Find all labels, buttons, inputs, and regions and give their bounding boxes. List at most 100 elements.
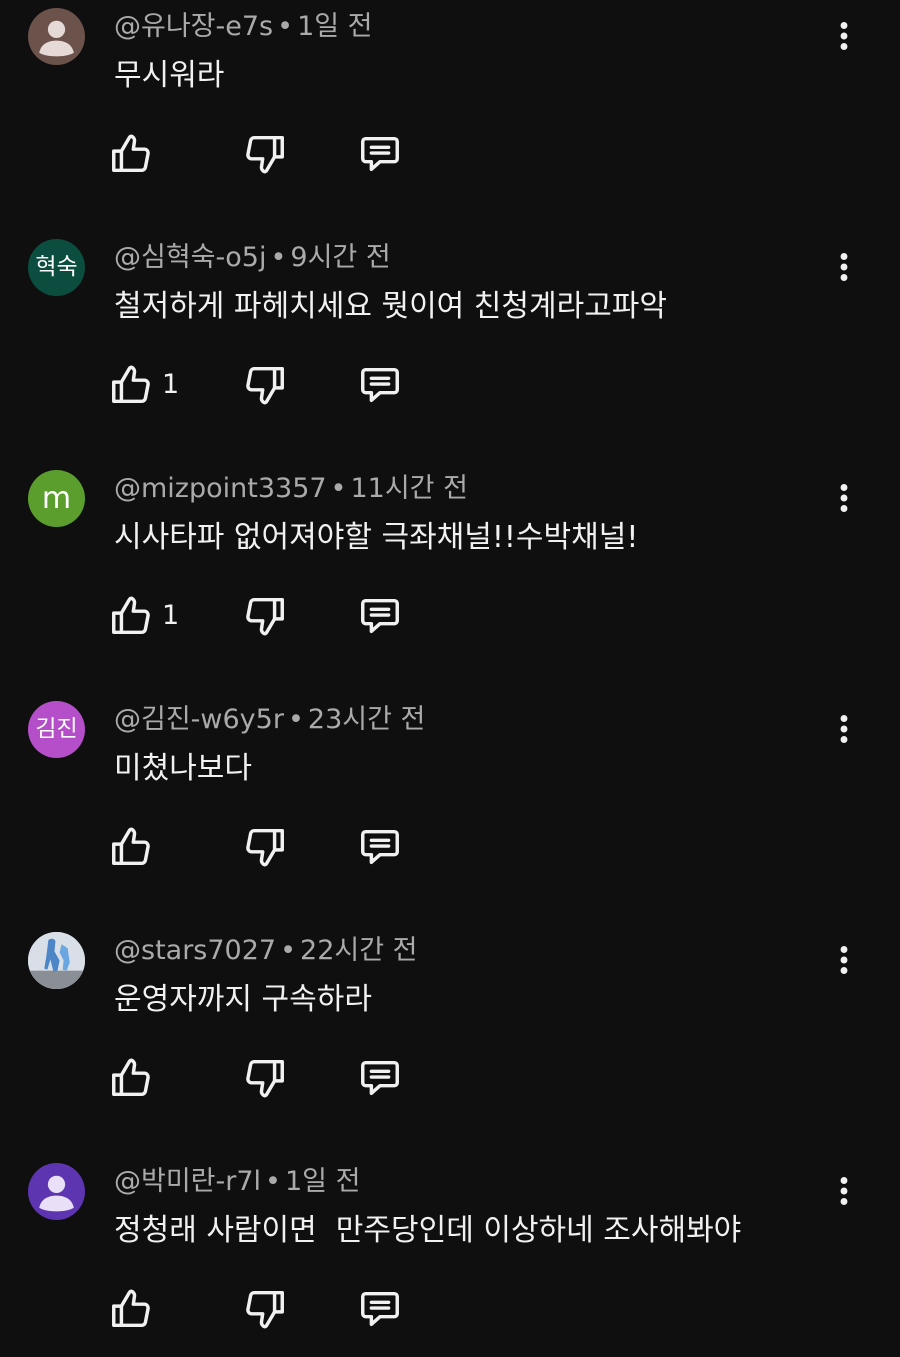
thumbs-up-icon: [112, 596, 150, 635]
more-options-button[interactable]: [826, 475, 862, 521]
comment-text: 미쳤나보다: [114, 751, 252, 786]
reply-button[interactable]: [357, 129, 403, 179]
dislike-button[interactable]: [242, 1053, 288, 1103]
comment-author[interactable]: @mizpoint3357: [114, 473, 327, 504]
comment-timestamp[interactable]: 22시간 전: [300, 935, 417, 966]
comment-bubble-icon: [361, 829, 399, 865]
thumbs-up-icon: [112, 134, 150, 173]
avatar-initials: 혁숙: [35, 254, 78, 280]
comment-timestamp[interactable]: 9시간 전: [290, 242, 390, 273]
like-count: 1: [162, 369, 180, 400]
thumbs-down-icon: [246, 135, 284, 174]
comment-actions: 1: [108, 360, 428, 410]
comment-actions: [108, 1053, 428, 1103]
avatar[interactable]: [28, 932, 85, 989]
avatar[interactable]: [28, 1163, 85, 1220]
more-vert-icon: [840, 715, 848, 743]
comment-text: 운영자까지 구속하라: [114, 982, 372, 1017]
comment-bubble-icon: [361, 136, 399, 172]
thumbs-up-icon: [112, 1058, 150, 1097]
reply-button[interactable]: [357, 360, 403, 410]
comment-actions: [108, 822, 428, 872]
reply-button[interactable]: [357, 591, 403, 641]
comment-list: @유나장-e7s • 1일 전 무시워라 혁숙 @심혁숙-o5j • 9시간 전 철저하게 파헤…: [0, 0, 900, 1357]
like-button[interactable]: [108, 822, 162, 872]
comment-text: 정청래 사람이면 만주당인데 이상하네 조사해봐야: [114, 1213, 742, 1248]
more-vert-icon: [840, 484, 848, 512]
comment-item: @유나장-e7s • 1일 전무시워라: [0, 0, 900, 231]
comment-item: 김진 @김진-w6y5r • 23시간 전미쳤나보다: [0, 693, 900, 924]
comment-author[interactable]: @유나장-e7s: [114, 11, 273, 42]
person-icon: [39, 1175, 74, 1212]
thumbs-up-icon: [112, 365, 150, 404]
thumbs-down-icon: [246, 366, 284, 405]
thumbs-down-icon: [246, 828, 284, 867]
more-vert-icon: [840, 946, 848, 974]
comment-item: @stars7027 • 22시간 전운영자까지 구속하라: [0, 924, 900, 1155]
comment-bubble-icon: [361, 598, 399, 634]
reply-button[interactable]: [357, 1053, 403, 1103]
comment-timestamp[interactable]: 11시간 전: [350, 473, 467, 504]
avatar[interactable]: 김진: [28, 701, 85, 758]
dislike-button[interactable]: [242, 129, 288, 179]
comment-author[interactable]: @김진-w6y5r: [114, 704, 284, 735]
separator-dot: •: [280, 935, 297, 966]
like-count: 1: [162, 600, 180, 631]
separator-dot: •: [330, 473, 347, 504]
comment-meta: @김진-w6y5r • 23시간 전: [114, 702, 425, 738]
comment-actions: [108, 1284, 428, 1334]
comment-bubble-icon: [361, 367, 399, 403]
comment-item: @박미란-r7l • 1일 전 정청래 사람이면 만주당인데 이상하네 조사해봐야: [0, 1155, 900, 1357]
comment-text: 철저하게 파헤치세요 뭣이여 친청계라고파악: [114, 289, 668, 324]
like-button[interactable]: 1: [108, 591, 179, 641]
thumbs-up-icon: [112, 827, 150, 866]
comment-meta: @심혁숙-o5j • 9시간 전: [114, 240, 391, 276]
thumbs-down-icon: [246, 597, 284, 636]
comment-actions: 1: [108, 591, 428, 641]
comment-timestamp[interactable]: 23시간 전: [308, 704, 425, 735]
like-button[interactable]: [108, 1284, 162, 1334]
like-button[interactable]: 1: [108, 360, 179, 410]
avatar[interactable]: [28, 8, 85, 65]
dislike-button[interactable]: [242, 591, 288, 641]
reply-button[interactable]: [357, 1284, 403, 1334]
profile-photo-icon: [28, 932, 85, 989]
comment-meta: @유나장-e7s • 1일 전: [114, 9, 373, 45]
avatar[interactable]: m: [28, 470, 85, 527]
comment-item: 혁숙 @심혁숙-o5j • 9시간 전철저하게 파헤치세요 뭣이여 친청계라고파악 1: [0, 231, 900, 462]
comment-bubble-icon: [361, 1060, 399, 1096]
comment-item: m @mizpoint3357 • 11시간 전시사타파 없어져야할 극좌채널!!수박…: [0, 462, 900, 693]
comment-meta: @mizpoint3357 • 11시간 전: [114, 471, 468, 507]
like-button[interactable]: [108, 129, 162, 179]
avatar-initials: m: [41, 480, 72, 516]
more-options-button[interactable]: [826, 13, 862, 59]
more-vert-icon: [840, 253, 848, 281]
more-vert-icon: [840, 1177, 848, 1205]
dislike-button[interactable]: [242, 360, 288, 410]
avatar-initials: 김진: [35, 716, 78, 742]
comment-text: 무시워라: [114, 58, 225, 93]
comment-author[interactable]: @stars7027: [114, 935, 276, 966]
comment-meta: @stars7027 • 22시간 전: [114, 933, 418, 969]
thumbs-down-icon: [246, 1059, 284, 1098]
comment-text: 시사타파 없어져야할 극좌채널!!수박채널!: [114, 520, 639, 555]
reply-button[interactable]: [357, 822, 403, 872]
thumbs-down-icon: [246, 1290, 284, 1329]
more-options-button[interactable]: [826, 244, 862, 290]
separator-dot: •: [287, 704, 304, 735]
more-vert-icon: [840, 22, 848, 50]
dislike-button[interactable]: [242, 822, 288, 872]
comment-actions: [108, 129, 428, 179]
dislike-button[interactable]: [242, 1284, 288, 1334]
comment-timestamp[interactable]: 1일 전: [297, 11, 372, 42]
more-options-button[interactable]: [826, 1168, 862, 1214]
comment-timestamp[interactable]: 1일 전: [285, 1166, 360, 1197]
comment-bubble-icon: [361, 1291, 399, 1327]
separator-dot: •: [277, 11, 294, 42]
more-options-button[interactable]: [826, 937, 862, 983]
avatar[interactable]: 혁숙: [28, 239, 85, 296]
comment-author[interactable]: @박미란-r7l: [114, 1166, 261, 1197]
more-options-button[interactable]: [826, 706, 862, 752]
comment-author[interactable]: @심혁숙-o5j: [114, 242, 266, 273]
like-button[interactable]: [108, 1053, 162, 1103]
